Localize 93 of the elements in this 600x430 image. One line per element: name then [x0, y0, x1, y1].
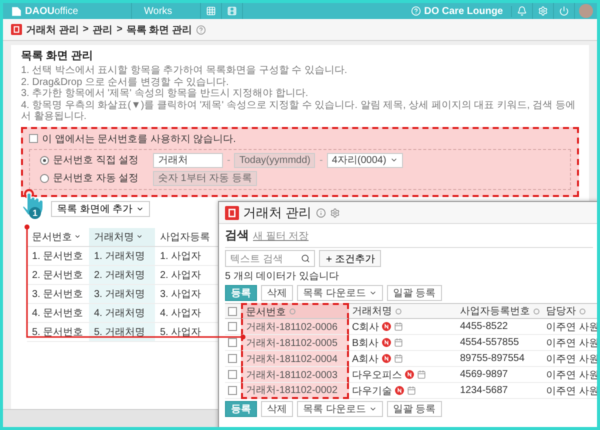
table-cell: 거래처-181102-0004 [241, 351, 349, 367]
search-field[interactable]: 텍스트 검색 [225, 250, 315, 267]
film-icon[interactable] [227, 6, 237, 16]
caret-icon [368, 289, 377, 297]
caret-icon [390, 156, 398, 164]
toolbar-button[interactable]: 일괄 등록 [386, 401, 442, 417]
table-cell: 4554-557855 [457, 335, 543, 351]
table-cell: 거래처-181102-0002 [241, 383, 349, 399]
table-cell: 89755-897554 [457, 351, 543, 367]
column-header[interactable]: 거래처명 [349, 303, 457, 319]
radio-button[interactable] [40, 156, 49, 164]
checkbox[interactable] [29, 134, 38, 143]
column-header[interactable]: 거래처명 [89, 228, 155, 246]
calendar-icon[interactable] [407, 386, 416, 395]
calendar-icon[interactable] [394, 354, 403, 363]
instruction-text: 1. 선택 박스에서 표시할 항목을 추가하여 목록화면을 구성할 수 있습니다. [21, 65, 348, 76]
calendar-icon[interactable] [394, 322, 404, 331]
table-cell: 다우기술 [349, 383, 457, 399]
info-icon[interactable] [316, 208, 326, 218]
toolbar-button[interactable]: 일괄 등록 [386, 285, 442, 301]
bell-icon[interactable] [517, 6, 527, 16]
radio-button[interactable] [40, 174, 49, 182]
popup-title: 거래처 관리 [243, 204, 312, 222]
app-icon [225, 206, 239, 220]
instruction-text: 4. 항목명 우측의 화살표(▼)를 클릭하여 '제목' 속성으로 지정할 수 있습니다. 알림 제목, 상세 페이지의 대표 키워드, 검색 등에서 활용됩니다. [21, 100, 576, 122]
caret-icon [136, 233, 143, 240]
checkbox[interactable] [228, 322, 237, 331]
calendar-icon[interactable] [417, 370, 426, 379]
search-title: 검색 [225, 227, 249, 244]
checkbox-label: 이 앱에서는 문서번호를 사용하지 않습니다. [42, 132, 236, 146]
breadcrumb-item[interactable]: 관리 [92, 22, 113, 36]
table-cell: 3. 거래처명 [89, 284, 155, 304]
table-cell: A회사 [349, 351, 457, 367]
column-header[interactable]: 문서번호 [241, 303, 349, 319]
radio-label: 문서번호 직접 설정 [53, 154, 140, 167]
toolbar-button[interactable]: 삭제 [261, 401, 293, 417]
app-icon [11, 24, 22, 35]
calendar-icon[interactable] [394, 338, 403, 347]
table-cell: C회사 [349, 319, 457, 335]
table-cell: 1234-5687 [457, 383, 543, 399]
checkbox[interactable] [228, 338, 237, 347]
help-icon[interactable] [196, 24, 206, 34]
caret-icon [74, 233, 81, 240]
table-cell: 거래처-181102-0003 [241, 367, 349, 383]
plus-icon [325, 254, 333, 262]
table-cell: 1. 거래처명 [89, 246, 155, 266]
checkbox[interactable] [228, 354, 237, 363]
breadcrumb-item[interactable]: 거래처 관리 [26, 22, 79, 36]
sort-icon [579, 308, 586, 314]
apps-grid-icon[interactable] [206, 6, 216, 16]
table-cell: 2. 문서번호 [27, 266, 89, 284]
table-cell: 1. 문서번호 [27, 246, 89, 266]
caret-icon [368, 405, 377, 413]
sort-icon [533, 308, 540, 314]
table-cell: 4. 문서번호 [27, 304, 89, 322]
settings-icon[interactable] [330, 208, 340, 218]
dropdown-button[interactable]: 목록 다운로드 [297, 401, 383, 417]
checkbox[interactable] [228, 370, 237, 379]
table-cell: 4455-8522 [457, 319, 543, 335]
sort-icon [395, 308, 402, 314]
dash-separator: - [319, 154, 323, 166]
table-cell: B회사 [349, 335, 457, 351]
input-field[interactable]: 거래처 [153, 152, 223, 168]
table-cell: 4569-9897 [457, 367, 543, 383]
search-icon [301, 254, 310, 263]
panel-title: 목록 화면 관리 [21, 49, 94, 63]
radio-label: 문서번호 자동 설정 [53, 172, 140, 185]
select-field[interactable]: 4자리(0004) [326, 152, 404, 168]
help-icon [411, 6, 422, 16]
table-cell: 거래처-181102-0005 [241, 335, 349, 351]
table-cell: 거래처-181102-0006 [241, 319, 349, 335]
dropdown-button[interactable]: 목록 다운로드 [297, 285, 383, 301]
add-to-list-button[interactable]: 목록 화면에 추가 [51, 200, 150, 216]
column-header[interactable]: 담당자 [543, 303, 597, 319]
sort-icon [289, 308, 296, 315]
breadcrumb-item: 목록 화면 관리 [126, 24, 192, 36]
logo-icon [11, 6, 22, 16]
breadcrumb-separator: > [116, 24, 122, 35]
logo-text: DAOUoffice [25, 6, 78, 16]
table-cell: 2. 거래처명 [89, 266, 155, 284]
toolbar-button[interactable]: 삭제 [261, 285, 293, 301]
instruction-text: 2. Drag&Drop 으로 순서를 변경할 수 있습니다. [21, 76, 230, 88]
add-condition-button[interactable]: 조건추가 [319, 250, 381, 267]
power-icon[interactable] [559, 6, 569, 16]
breadcrumb-separator: > [82, 24, 89, 35]
checkbox[interactable] [228, 386, 237, 395]
table-cell: 4. 거래처명 [89, 304, 155, 322]
dash-separator: - [227, 154, 230, 166]
column-header[interactable]: 사업자등록번호 [457, 303, 543, 319]
table-cell: 3. 문서번호 [27, 284, 89, 304]
instruction-text: 3. 추가한 항목에서 '제목' 속성의 항목을 반드시 지정해야 합니다. [21, 88, 310, 100]
table-cell: 다우오피스 [349, 367, 457, 383]
checkbox[interactable] [228, 306, 237, 316]
